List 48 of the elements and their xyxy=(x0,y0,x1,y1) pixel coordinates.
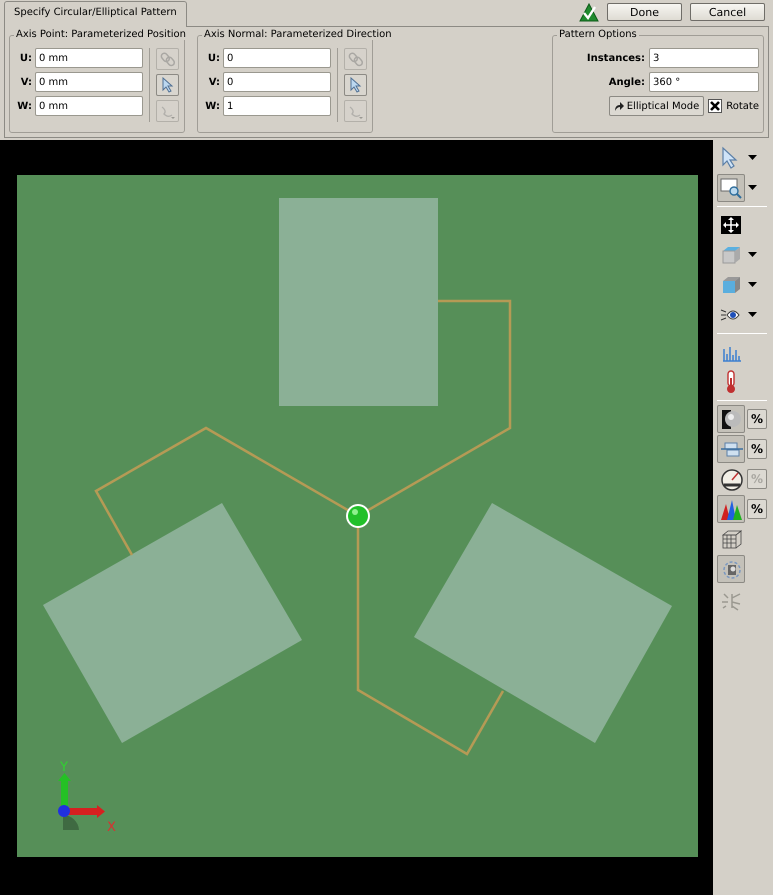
input-field[interactable]: 0 mm xyxy=(35,48,143,68)
link-icon xyxy=(347,50,364,68)
field-label: Instances: xyxy=(586,52,645,64)
link-icon xyxy=(159,50,176,68)
dropdown-caret-icon[interactable] xyxy=(748,155,756,161)
field-label: U: xyxy=(206,52,220,64)
dialog-button[interactable]: Cancel xyxy=(690,3,765,21)
field-label: Angle: xyxy=(608,76,645,88)
rotate-checkbox[interactable] xyxy=(708,99,722,113)
dropdown-caret-icon[interactable] xyxy=(748,252,756,258)
input-field[interactable]: 0 mm xyxy=(35,72,143,92)
checkbox-label: Rotate xyxy=(726,100,759,112)
thermometer-icon xyxy=(726,370,736,394)
axis-triad-drawing xyxy=(58,773,105,830)
input-field[interactable]: 3 xyxy=(649,48,759,68)
curved-arrow-icon xyxy=(614,102,624,110)
group-title: Axis Normal: Parameterized Direction xyxy=(202,29,394,40)
input-field[interactable]: 0 mm xyxy=(35,96,143,116)
input-field[interactable]: 0 xyxy=(223,72,331,92)
cursor-arrow-button[interactable] xyxy=(344,74,367,96)
axis-point-marker[interactable] xyxy=(346,504,370,528)
input-field[interactable]: 1 xyxy=(223,96,331,116)
field-label: U: xyxy=(18,52,32,64)
group-title: Pattern Options xyxy=(557,29,639,40)
percent-button[interactable]: % xyxy=(747,409,767,429)
dialog-button[interactable]: Done xyxy=(607,3,682,21)
dialog-tab[interactable]: Specify Circular/Elliptical Pattern xyxy=(4,1,187,27)
y-axis-label: Y xyxy=(60,760,68,775)
percent-button[interactable]: % xyxy=(747,439,767,459)
input-field[interactable]: 0 xyxy=(223,48,331,68)
elliptical-mode-button[interactable]: Elliptical Mode xyxy=(608,96,704,116)
cursor-arrow-button[interactable] xyxy=(156,74,179,96)
color-peaks-tool[interactable] xyxy=(717,495,745,523)
field-label: V: xyxy=(208,76,220,88)
field-label: W: xyxy=(204,100,220,112)
stacked-frames-tool[interactable] xyxy=(717,435,745,463)
dropdown-caret-icon[interactable] xyxy=(748,185,756,191)
zoom-box-tool[interactable] xyxy=(717,174,745,202)
shaded-sphere-tool[interactable] xyxy=(717,405,745,433)
dropdown-caret-icon[interactable] xyxy=(748,312,756,318)
percent-button[interactable]: % xyxy=(747,499,767,519)
dropdown-caret-icon[interactable] xyxy=(748,282,756,288)
input-field[interactable]: 360 ° xyxy=(649,72,759,92)
field-label: W: xyxy=(16,100,32,112)
checkmark-icon xyxy=(579,2,599,22)
group-title: Axis Point: Parameterized Position xyxy=(14,29,188,40)
field-label: V: xyxy=(20,76,32,88)
x-axis-label: X xyxy=(107,820,116,835)
